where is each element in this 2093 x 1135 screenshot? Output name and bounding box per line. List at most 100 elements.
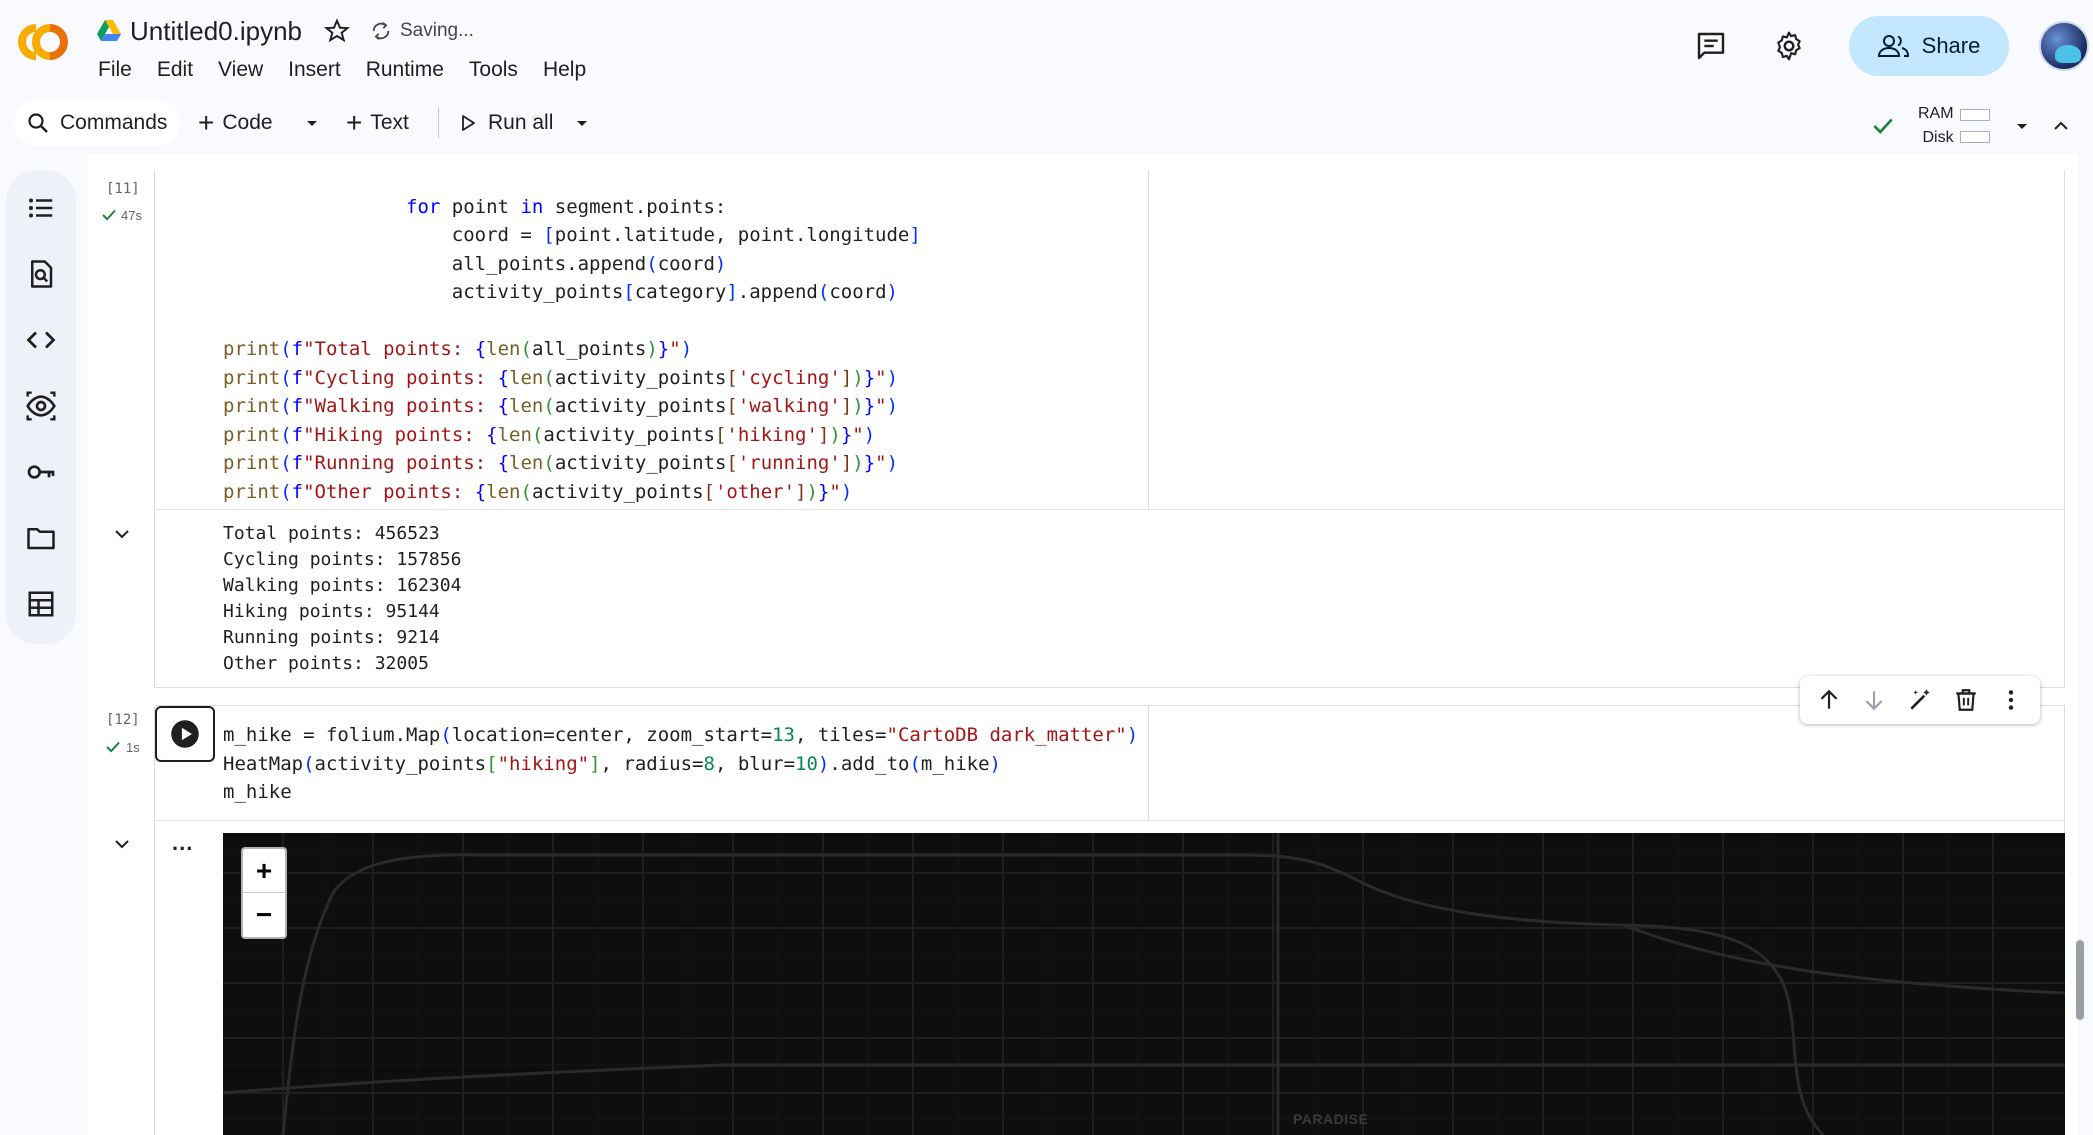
menu-insert[interactable]: Insert	[288, 58, 341, 82]
eye-icon	[26, 391, 56, 421]
add-code-label: Code	[222, 111, 273, 134]
menu-file[interactable]: File	[98, 58, 132, 82]
zoom-out-button[interactable]: −	[243, 893, 285, 937]
disk-label: Disk	[1922, 129, 1954, 146]
code-line: activity_points[category].append(coord)	[223, 281, 898, 303]
code-line: print(f"Other points: {len(activity_poin…	[223, 480, 853, 503]
check-icon	[102, 209, 116, 221]
find-replace-icon[interactable]	[23, 256, 59, 292]
sync-icon	[372, 22, 390, 40]
run-cell-button[interactable]	[155, 706, 215, 762]
left-sidebar	[6, 170, 76, 644]
output-divider	[155, 820, 2065, 821]
cell-bottom-border	[155, 687, 2065, 688]
menu-tools[interactable]: Tools	[469, 58, 518, 82]
settings-button[interactable]	[1765, 22, 1813, 70]
code-line: HeatMap(activity_points["hiking"], radiu…	[223, 752, 1001, 775]
star-icon[interactable]	[324, 18, 350, 44]
menu-edit[interactable]: Edit	[157, 58, 193, 82]
menu-view[interactable]: View	[218, 58, 263, 82]
code-line: print(f"Total points: {len(all_points)}"…	[223, 338, 693, 360]
chevron-up-icon[interactable]	[2050, 115, 2072, 137]
cell-exec-time-text: 1s	[126, 739, 140, 755]
map-place-label: PARADISE	[1293, 1111, 1369, 1127]
output-line: Cycling points: 157856	[223, 549, 462, 570]
files-folder-icon[interactable]	[23, 520, 59, 556]
secrets-key-icon[interactable]	[23, 454, 59, 490]
code-editor[interactable]: m_hike = folium.Map(location=center, zoo…	[223, 721, 1138, 807]
code-line: coord = [point.latitude, point.longitude…	[223, 224, 921, 246]
cell-border	[154, 170, 155, 688]
comments-button[interactable]	[1687, 22, 1735, 70]
ram-bar	[1959, 109, 1990, 121]
google-drive-icon[interactable]	[96, 19, 122, 43]
map-streets	[223, 833, 2065, 1135]
notebook-title[interactable]: Untitled0.ipynb	[130, 16, 302, 47]
chevron-down-icon[interactable]	[110, 522, 134, 546]
output-actions-button[interactable]: ...	[172, 830, 193, 856]
toolbar-divider	[438, 108, 439, 138]
code-line: print(f"Hiking points: {len(activity_poi…	[223, 423, 876, 446]
menu-runtime[interactable]: Runtime	[366, 58, 444, 82]
code-snippets-icon[interactable]	[23, 322, 59, 358]
code-partial-line	[223, 183, 429, 193]
code-line: all_points.append(coord)	[223, 252, 727, 275]
plus-icon: +	[198, 107, 215, 138]
code-line: print(f"Walking points: {len(activity_po…	[223, 395, 899, 417]
table-of-contents-icon[interactable]	[23, 190, 59, 226]
colab-logo-icon[interactable]	[12, 20, 74, 64]
scrollbar[interactable]	[2076, 940, 2084, 1020]
title-row: Untitled0.ipynb Saving...	[96, 14, 474, 48]
folder-icon	[27, 528, 55, 550]
zoom-in-button[interactable]: +	[243, 849, 285, 893]
cell-output: Total points: 456523 Cycling points: 157…	[223, 521, 461, 677]
menu-bar: File Edit View Insert Runtime Tools Help	[98, 58, 611, 82]
cell-exec-count: [12]	[106, 712, 140, 728]
list-icon	[29, 198, 53, 218]
cell-border	[154, 706, 155, 1135]
connected-check-icon	[1873, 118, 1893, 134]
code-line: for point in segment.points:	[406, 195, 727, 218]
run-all-dropdown[interactable]	[572, 100, 592, 146]
code-editor[interactable]: for point in segment.points: coord = [po…	[223, 164, 921, 506]
commands-label: Commands	[60, 111, 168, 134]
notebook-toolbar: Commands + Code + Text Run all RAM Disk	[0, 94, 2093, 154]
code-divider	[1148, 706, 1149, 820]
caret-down-icon[interactable]	[2012, 116, 2032, 136]
variables-icon[interactable]	[23, 388, 59, 424]
cell-exec-time: 1s	[104, 738, 140, 756]
add-text-button[interactable]: + Text	[346, 100, 409, 146]
delete-icon[interactable]	[1953, 687, 1979, 713]
arrow-up-icon[interactable]	[1816, 687, 1842, 713]
commands-button[interactable]: Commands	[14, 100, 180, 146]
header-actions: Share	[1687, 16, 2093, 76]
share-button[interactable]: Share	[1849, 16, 2009, 76]
cell-exec-time: 47s	[100, 206, 142, 224]
gear-icon	[1777, 31, 1801, 61]
add-code-dropdown[interactable]	[302, 100, 322, 146]
chevron-down-icon[interactable]	[110, 832, 134, 856]
more-vert-icon[interactable]	[1998, 687, 2024, 713]
output-line: Other points: 32005	[223, 653, 429, 674]
cell-toolbar	[1800, 676, 2040, 724]
run-all-button[interactable]: Run all	[458, 100, 553, 146]
runtime-resources[interactable]: RAM Disk	[1870, 102, 2072, 150]
add-code-button[interactable]: + Code	[198, 100, 273, 146]
code-line: m_hike = folium.Map(location=center, zoo…	[223, 724, 1139, 746]
doc-search-icon	[31, 260, 53, 288]
data-table-icon[interactable]	[23, 586, 59, 622]
cell-exec-count: [11]	[106, 181, 140, 197]
avatar[interactable]	[2039, 21, 2089, 71]
code-line: m_hike	[223, 781, 292, 803]
edit-wand-icon[interactable]	[1907, 687, 1933, 713]
output-divider	[155, 509, 2065, 510]
code-line: print(f"Cycling points: {len(activity_po…	[223, 366, 899, 389]
cell-top-border	[155, 705, 2065, 706]
output-line: Total points: 456523	[223, 523, 440, 544]
menu-help[interactable]: Help	[543, 58, 586, 82]
map-output[interactable]: + − PARADISE	[223, 833, 2065, 1135]
add-text-label: Text	[370, 111, 409, 134]
save-status: Saving...	[370, 20, 474, 42]
run-all-label: Run all	[488, 111, 554, 134]
arrow-down-icon[interactable]	[1861, 687, 1887, 713]
